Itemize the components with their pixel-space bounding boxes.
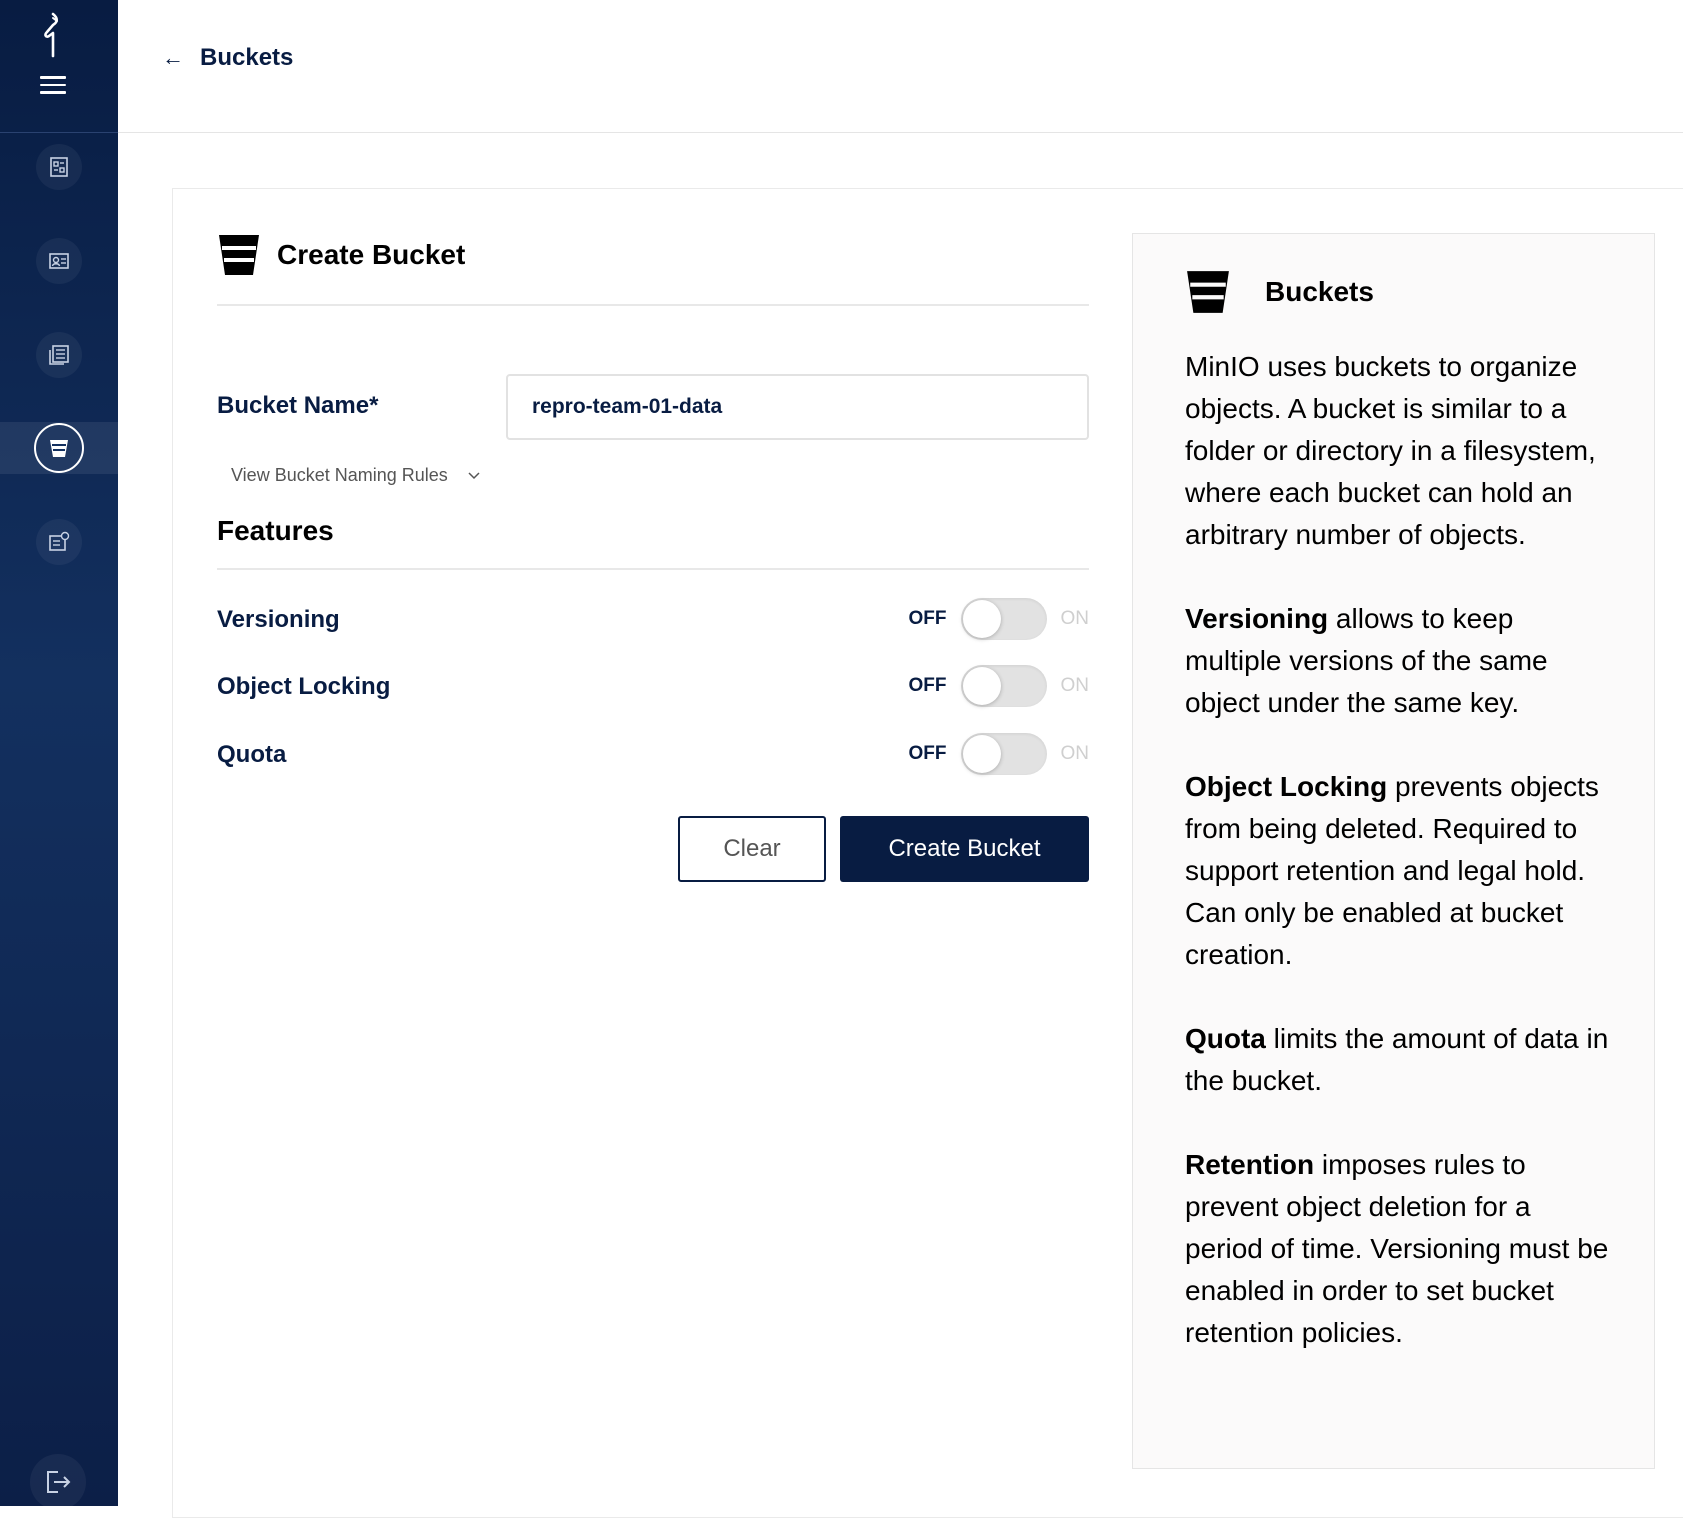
page-header: ← Buckets [118,0,1683,133]
features-divider [217,568,1089,570]
bucket-icon [219,235,259,275]
help-body: MinIO uses buckets to organize objects. … [1185,346,1615,1396]
help-title: Buckets [1265,276,1374,307]
quota-label: Quota [217,741,287,768]
back-link-label: Buckets [200,44,294,71]
back-to-buckets-link[interactable]: ← Buckets [162,44,293,72]
toggle-on-label: ON [1060,608,1090,629]
form-header: Create Bucket [217,233,465,277]
versioning-row: Versioning OFF ON [217,598,1089,642]
sidebar-item-dashboard[interactable] [0,141,118,193]
logs-icon [49,345,69,365]
bucket-name-input[interactable] [506,374,1089,440]
quota-row: Quota OFF ON [217,733,1089,777]
form-title: Create Bucket [277,239,466,270]
create-bucket-button[interactable]: Create Bucket [840,816,1089,882]
sidebar-item-buckets[interactable] [0,422,118,474]
toggle-on-label: ON [1060,675,1090,696]
minio-logo-icon[interactable] [36,12,66,58]
dashboard-icon [50,157,68,177]
sidebar-header [0,0,118,133]
help-object-locking: Object Locking prevents objects from bei… [1185,771,1599,970]
bucket-icon [50,440,68,457]
logout-icon [47,1471,71,1493]
naming-rules-label: View Bucket Naming Rules [231,465,448,485]
features-title: Features [217,515,334,546]
toggle-off-label: OFF [908,608,947,629]
help-versioning: Versioning allows to keep multiple versi… [1185,603,1548,718]
help-header: Buckets [1185,269,1374,315]
help-panel: Buckets MinIO uses buckets to organize o… [1132,233,1655,1469]
versioning-label: Versioning [217,606,340,633]
naming-rules-toggle[interactable]: View Bucket Naming Rules [231,465,480,486]
help-quota: Quota limits the amount of data in the b… [1185,1023,1609,1096]
sidebar-item-settings[interactable] [0,516,118,568]
versioning-switch[interactable] [960,598,1047,640]
object-locking-label: Object Locking [217,673,391,700]
help-intro: MinIO uses buckets to organize objects. … [1185,351,1596,550]
sidebar-item-logs[interactable] [0,329,118,381]
object-locking-switch[interactable] [960,665,1047,707]
toggle-on-label: ON [1060,743,1090,764]
clear-button[interactable]: Clear [678,816,826,882]
menu-toggle-icon[interactable] [40,76,66,96]
help-retention: Retention imposes rules to prevent objec… [1185,1149,1609,1348]
settings-icon [49,531,70,551]
toggle-off-label: OFF [908,675,947,696]
toggle-off-label: OFF [908,743,947,764]
sidebar [0,0,118,1510]
bucket-name-label: Bucket Name* [217,392,379,419]
bucket-icon [1187,271,1229,313]
title-divider [217,304,1089,306]
identity-icon [49,253,69,269]
logout-button[interactable] [30,1454,86,1510]
back-arrow-icon: ← [162,45,184,70]
chevron-down-icon [468,471,480,479]
quota-switch[interactable] [960,733,1047,775]
sidebar-item-identity[interactable] [0,235,118,287]
object-locking-row: Object Locking OFF ON [217,665,1089,709]
